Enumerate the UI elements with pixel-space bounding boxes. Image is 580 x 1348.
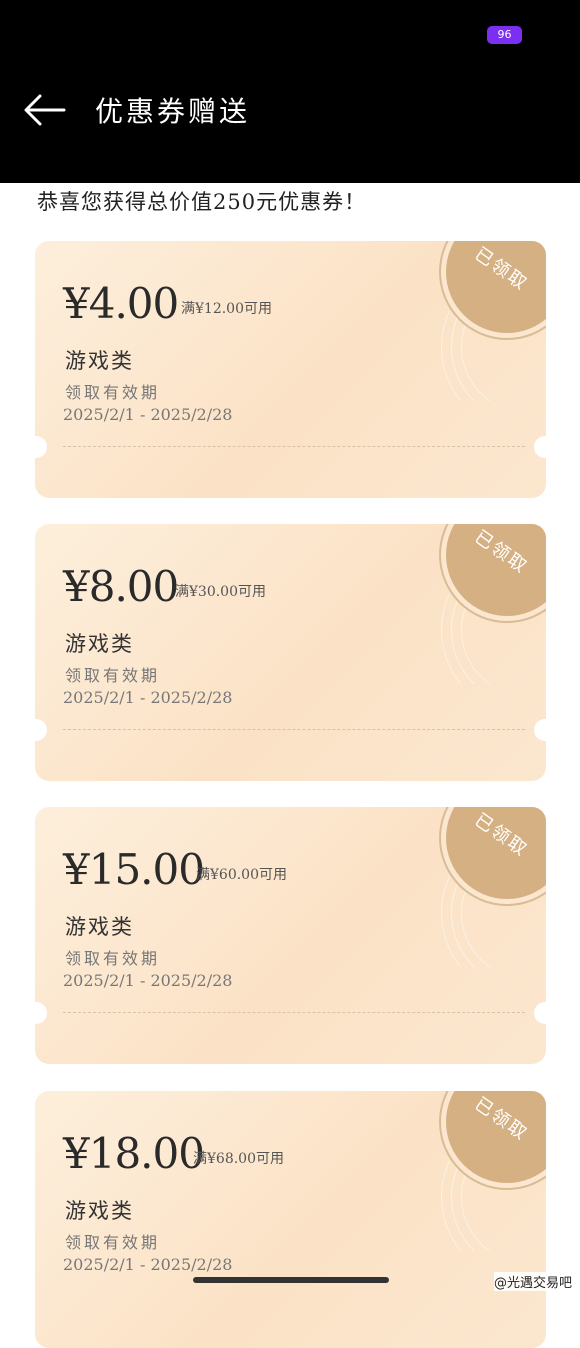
validity-label: 领取有效期: [65, 666, 161, 685]
coupon-card[interactable]: 已领取 ¥8.00 满¥30.00可用 游戏类 领取有效期 2025/2/1 -…: [35, 524, 546, 781]
coupon-condition: 满¥30.00可用: [175, 584, 266, 600]
validity-range: 2025/2/1 - 2025/2/28: [63, 971, 233, 990]
watermark: @光遇交易吧: [493, 1272, 572, 1291]
page-title: 优惠券赠送: [95, 95, 251, 128]
ticket-notch: [35, 719, 47, 741]
top-header: 优惠券赠送: [0, 70, 580, 183]
stamp-label: 已领取: [470, 243, 532, 296]
stamp-label: 已领取: [470, 526, 532, 579]
coupon-amount: ¥18.00: [63, 1129, 205, 1178]
coupon-amount: ¥15.00: [63, 845, 205, 894]
stamp-label: 已领取: [470, 1093, 532, 1146]
congrats-message: 恭喜您获得总价值250元优惠券！: [37, 190, 367, 214]
coupon-condition: 满¥12.00可用: [181, 301, 272, 317]
dashed-divider: [63, 1012, 525, 1013]
status-bar: 96: [0, 0, 580, 70]
home-indicator[interactable]: [193, 1277, 389, 1283]
coupon-card[interactable]: 已领取 ¥15.00 满¥60.00可用 游戏类 领取有效期 2025/2/1 …: [35, 807, 546, 1064]
ticket-notch: [534, 436, 546, 458]
coupon-card[interactable]: 已领取 ¥4.00 满¥12.00可用 游戏类 领取有效期 2025/2/1 -…: [35, 241, 546, 498]
ticket-notch: [35, 436, 47, 458]
coupon-category: 游戏类: [65, 632, 134, 656]
coupon-amount: ¥8.00: [63, 562, 179, 611]
coupon-amount: ¥4.00: [63, 279, 179, 328]
coupon-condition: 满¥60.00可用: [196, 867, 287, 883]
back-arrow-icon: [24, 94, 66, 126]
validity-range: 2025/2/1 - 2025/2/28: [63, 1255, 233, 1274]
ticket-notch: [35, 1002, 47, 1024]
battery-indicator: 96: [487, 26, 522, 44]
validity-label: 领取有效期: [65, 383, 161, 402]
coupon-condition: 满¥68.00可用: [193, 1151, 284, 1167]
coupon-category: 游戏类: [65, 915, 134, 939]
validity-label: 领取有效期: [65, 949, 161, 968]
ticket-notch: [534, 719, 546, 741]
stamp-label: 已领取: [470, 809, 532, 862]
coupon-card[interactable]: 已领取 ¥18.00 满¥68.00可用 游戏类 领取有效期 2025/2/1 …: [35, 1091, 546, 1348]
coupon-category: 游戏类: [65, 1199, 134, 1223]
dashed-divider: [63, 729, 525, 730]
coupon-category: 游戏类: [65, 349, 134, 373]
validity-range: 2025/2/1 - 2025/2/28: [63, 688, 233, 707]
validity-label: 领取有效期: [65, 1233, 161, 1252]
dashed-divider: [63, 446, 525, 447]
validity-range: 2025/2/1 - 2025/2/28: [63, 405, 233, 424]
ticket-notch: [534, 1002, 546, 1024]
back-button[interactable]: [22, 92, 68, 128]
